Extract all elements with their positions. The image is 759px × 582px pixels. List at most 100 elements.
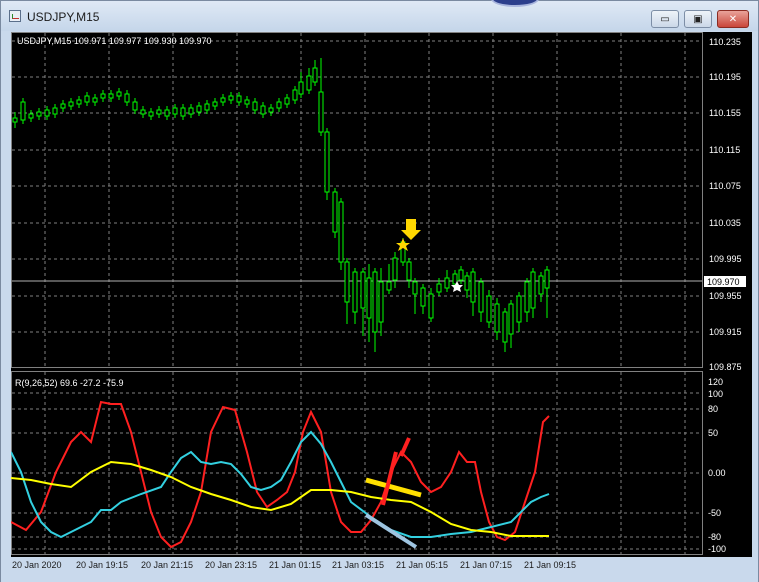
close-button[interactable]: ✕ (717, 10, 749, 28)
candle-body (84, 95, 90, 103)
candle-body (366, 277, 372, 319)
candle-body (276, 101, 282, 109)
candle-body (406, 261, 412, 281)
trend-annotation-blue (364, 513, 418, 549)
price-tick: 110.235 (709, 37, 741, 47)
candle-body (36, 111, 42, 117)
candles (12, 58, 550, 352)
candle-body (444, 277, 450, 289)
time-tick: 20 Jan 2020 (12, 560, 62, 570)
candle-body (392, 257, 398, 281)
candle-body (108, 93, 114, 99)
indicator-tick: -50 (708, 508, 721, 518)
indicator-tick: 0.00 (708, 468, 726, 478)
chart-info-label: USDJPY,M15 109.971 109.977 109.930 109.9… (17, 36, 212, 46)
candle-body (20, 101, 26, 121)
candle-body (464, 275, 470, 291)
price-tick: 109.875 (709, 362, 742, 372)
indicator-tick: -100 (708, 544, 726, 554)
price-tick: 109.995 (709, 254, 742, 264)
price-tick: 109.915 (709, 327, 742, 337)
price-chart-svg[interactable]: USDJPY,M15 109.971 109.977 109.930 109.9… (11, 32, 752, 557)
chart-window: USDJPY,M15 ▭ ▣ ✕ USDJPY,M15 109.971 109.… (0, 0, 759, 582)
candle-body (524, 281, 530, 313)
candle-body (172, 107, 178, 115)
candle-body (298, 81, 304, 95)
indicator-tick: -80 (708, 532, 721, 542)
price-tick: 110.155 (709, 108, 741, 118)
candle-body (530, 271, 536, 309)
indicator-tick: 80 (708, 404, 718, 414)
candle-body (180, 107, 186, 117)
time-tick: 20 Jan 21:15 (141, 560, 193, 570)
candle-body (436, 283, 442, 293)
time-axis: 20 Jan 2020 20 Jan 19:15 20 Jan 21:15 20… (1, 557, 758, 582)
time-tick: 21 Jan 03:15 (332, 560, 384, 570)
candle-body (378, 281, 384, 323)
candle-body (212, 101, 218, 107)
candle-body (148, 111, 154, 117)
decorative-blob (491, 0, 539, 7)
window-title: USDJPY,M15 (27, 10, 100, 24)
candle-body (188, 107, 194, 115)
candle-body (420, 287, 426, 307)
candle-body (338, 201, 344, 263)
candle-body (486, 295, 492, 323)
candle-body (228, 95, 234, 101)
time-tick: 21 Jan 05:15 (396, 560, 448, 570)
candle-body (196, 105, 202, 113)
candle-body (100, 93, 106, 99)
candle-body (284, 97, 290, 105)
time-tick: 21 Jan 01:15 (269, 560, 321, 570)
indicator-label: R(9,26,52) 69.6 -27.2 -75.9 (15, 378, 124, 388)
time-tick: 20 Jan 23:15 (205, 560, 257, 570)
price-tick: 109.955 (709, 291, 742, 301)
candle-body (292, 89, 298, 101)
candle-body (478, 281, 484, 313)
trend-annotation-red (381, 451, 398, 506)
time-tick: 21 Jan 07:15 (460, 560, 512, 570)
candle-body (428, 293, 434, 319)
candle-body (344, 261, 350, 303)
title-bar[interactable]: USDJPY,M15 ▭ ▣ ✕ (1, 0, 758, 31)
candle-body (458, 269, 464, 281)
chart-area[interactable]: USDJPY,M15 109.971 109.977 109.930 109.9… (11, 32, 752, 557)
candle-body (544, 269, 550, 289)
indicator-tick: 100 (708, 389, 723, 399)
candle-body (68, 101, 74, 107)
candle-body (508, 303, 514, 335)
candle-body (236, 95, 242, 103)
minimize-button[interactable]: ▭ (651, 10, 679, 28)
candle-body (360, 271, 366, 309)
price-tick: 110.075 (709, 181, 741, 191)
candle-body (52, 107, 58, 115)
time-tick: 20 Jan 19:15 (76, 560, 128, 570)
candle-body (312, 67, 318, 83)
signal-arrow-icon (401, 219, 421, 240)
indicator-tick: 50 (708, 428, 718, 438)
candle-body (28, 113, 34, 119)
candle-body (220, 97, 226, 103)
indicator-lines (11, 400, 550, 549)
candle-body (502, 311, 508, 343)
candle-body (116, 91, 122, 97)
candle-body (372, 271, 378, 333)
price-tick: 110.115 (709, 145, 740, 155)
candle-body (470, 271, 476, 303)
candle-body (252, 101, 258, 111)
candle-body (92, 97, 98, 103)
candle-body (132, 101, 138, 111)
candle-body (332, 191, 338, 233)
candle-body (204, 103, 210, 111)
candle-body (516, 295, 522, 323)
candle-body (386, 281, 392, 291)
candle-body (124, 93, 130, 103)
price-tick: 110.035 (709, 218, 741, 228)
candle-body (352, 271, 358, 313)
rsi-fast-line (11, 400, 550, 549)
candle-body (140, 109, 146, 115)
candle-body (318, 91, 324, 133)
restore-button[interactable]: ▣ (684, 10, 712, 28)
candle-body (156, 109, 162, 115)
time-tick: 21 Jan 09:15 (524, 560, 576, 570)
